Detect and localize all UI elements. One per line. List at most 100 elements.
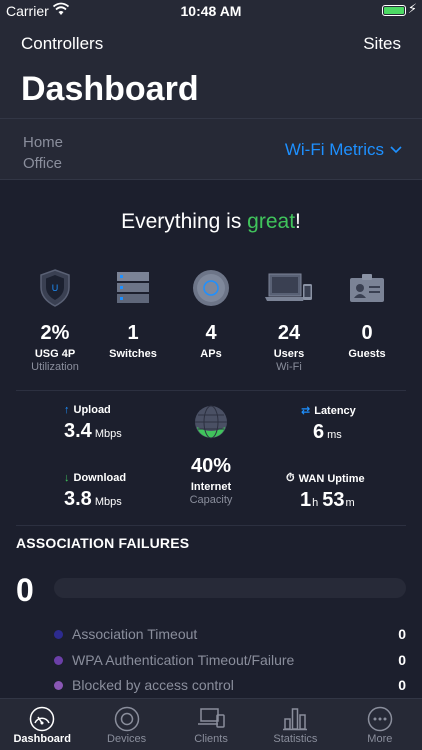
download-arrow-icon: ↓ <box>64 472 70 484</box>
access-point-icon <box>172 268 250 308</box>
dashboard-gauge-icon <box>29 706 55 732</box>
internet-value: 40% <box>190 455 232 477</box>
health-headline: Everything is great! <box>0 210 422 234</box>
tab-devices[interactable]: Devices <box>84 699 168 750</box>
wan-uptime-stat: ⏱ WAN Uptime 1h 53m <box>286 472 365 512</box>
upload-label: Upload <box>73 404 111 416</box>
devices-circle-icon <box>114 706 139 732</box>
tab-label: Statistics <box>273 733 318 745</box>
upload-stat: ↑ Upload 3.4 Mbps <box>64 404 122 443</box>
guests-value: 0 <box>361 322 373 344</box>
tab-statistics[interactable]: Statistics <box>253 699 337 750</box>
upload-arrow-icon: ↑ <box>64 404 70 416</box>
latency-stat: ⇄ Latency 6 ms <box>301 404 356 444</box>
guests-label: Guests <box>348 348 386 360</box>
headline-suffix: ! <box>295 210 301 233</box>
download-value: 3.8 <box>64 488 92 510</box>
wan-minutes-unit: m <box>345 497 355 509</box>
device-users[interactable]: 24 Users Wi-Fi <box>250 268 328 373</box>
device-summary: U 2% USG 4P Utilization 1 Switches 4 APs… <box>16 268 406 373</box>
usg-shield-icon: U <box>16 268 94 308</box>
wan-minutes: 53 <box>322 489 345 511</box>
association-failures-total: 0 <box>16 572 34 608</box>
usg-value: 2% <box>40 322 70 344</box>
globe-icon <box>195 405 227 439</box>
device-guests[interactable]: 0 Guests <box>328 268 406 373</box>
page-title: Dashboard <box>21 70 199 108</box>
device-usg[interactable]: U 2% USG 4P Utilization <box>16 268 94 373</box>
latency-unit: ms <box>327 429 342 441</box>
site-name-line2: Office <box>23 155 62 172</box>
site-name: Home Office <box>23 132 63 174</box>
wifi-metrics-selector[interactable]: Wi-Fi Metrics <box>285 140 402 160</box>
chevron-down-icon <box>390 146 402 154</box>
laptop-phone-icon <box>250 268 328 308</box>
statistics-bars-icon <box>283 708 308 731</box>
legend-dot <box>54 680 63 690</box>
device-aps[interactable]: 4 APs <box>172 268 250 373</box>
internet-label: Internet <box>190 481 232 493</box>
tab-label: More <box>367 733 393 745</box>
clients-devices-icon <box>198 708 225 728</box>
site-row: Home Office Wi-Fi Metrics <box>0 118 422 180</box>
wifi-metrics-label: Wi-Fi Metrics <box>284 140 384 159</box>
tab-bar: Dashboard Devices Clients Statistics Mor… <box>0 698 422 750</box>
upload-unit: Mbps <box>94 428 122 440</box>
usg-label: USG 4P <box>34 348 76 360</box>
switch-stack-icon <box>94 268 172 308</box>
headline-prefix: Everything is <box>121 210 248 233</box>
status-time: 10:48 AM <box>180 3 242 19</box>
legend-label: WPA Authentication Timeout/Failure <box>72 652 295 668</box>
latency-value: 6 <box>313 421 325 443</box>
latency-label: Latency <box>314 404 356 417</box>
wan-hours-unit: h <box>312 497 319 509</box>
internet-capacity[interactable]: 40% Internet Capacity <box>171 405 251 506</box>
battery-level <box>384 7 404 14</box>
tab-label: Devices <box>107 733 147 745</box>
divider <box>16 390 406 391</box>
download-label: Download <box>73 472 127 484</box>
aps-label: APs <box>200 348 222 360</box>
legend-dot <box>54 655 63 665</box>
latency-arrows-icon: ⇄ <box>301 405 311 417</box>
guest-badge-icon <box>328 268 406 308</box>
legend-value: 0 <box>398 626 406 642</box>
charging-bolt-icon: ⚡ <box>407 1 417 16</box>
sites-button[interactable]: Sites <box>363 34 401 54</box>
battery-icon <box>382 5 406 16</box>
legend-blocked-access: Blocked by access control 0 <box>54 675 406 695</box>
wan-uptime-label: WAN Uptime <box>298 472 365 485</box>
tab-dashboard[interactable]: Dashboard <box>0 699 84 750</box>
legend-label: Blocked by access control <box>72 677 234 693</box>
tab-label: Clients <box>194 733 228 745</box>
tab-clients[interactable]: Clients <box>169 699 253 750</box>
association-failures-bar <box>54 578 406 598</box>
internet-sub: Capacity <box>189 494 233 506</box>
users-sub: Wi-Fi <box>276 361 302 373</box>
header: Carrier 10:48 AM ⚡ Controllers Sites Das… <box>0 0 422 118</box>
legend-dot <box>54 629 63 639</box>
wan-hours: 1 <box>300 489 312 511</box>
download-unit: Mbps <box>94 496 122 508</box>
association-failures-title: ASSOCIATION FAILURES <box>16 535 190 551</box>
stopwatch-icon: ⏱ <box>286 472 295 484</box>
site-name-line1: Home <box>23 134 64 151</box>
status-bar: Carrier 10:48 AM ⚡ <box>0 0 422 22</box>
upload-value: 3.4 <box>64 420 92 442</box>
legend-association-timeout: Association Timeout 0 <box>54 624 406 644</box>
controllers-button[interactable]: Controllers <box>21 34 103 54</box>
legend-value: 0 <box>398 652 406 668</box>
switches-label: Switches <box>109 348 157 360</box>
users-label: Users <box>273 348 305 360</box>
more-dots-icon <box>367 706 393 732</box>
headline-highlight: great <box>247 210 296 233</box>
usg-sub: Utilization <box>31 361 79 373</box>
svg-text:U: U <box>52 283 59 293</box>
device-switches[interactable]: 1 Switches <box>94 268 172 373</box>
switches-value: 1 <box>127 322 139 344</box>
tab-label: Dashboard <box>13 733 71 745</box>
users-value: 24 <box>277 322 301 344</box>
tab-more[interactable]: More <box>338 699 422 750</box>
legend-wpa-auth: WPA Authentication Timeout/Failure 0 <box>54 650 406 670</box>
aps-value: 4 <box>205 322 217 344</box>
